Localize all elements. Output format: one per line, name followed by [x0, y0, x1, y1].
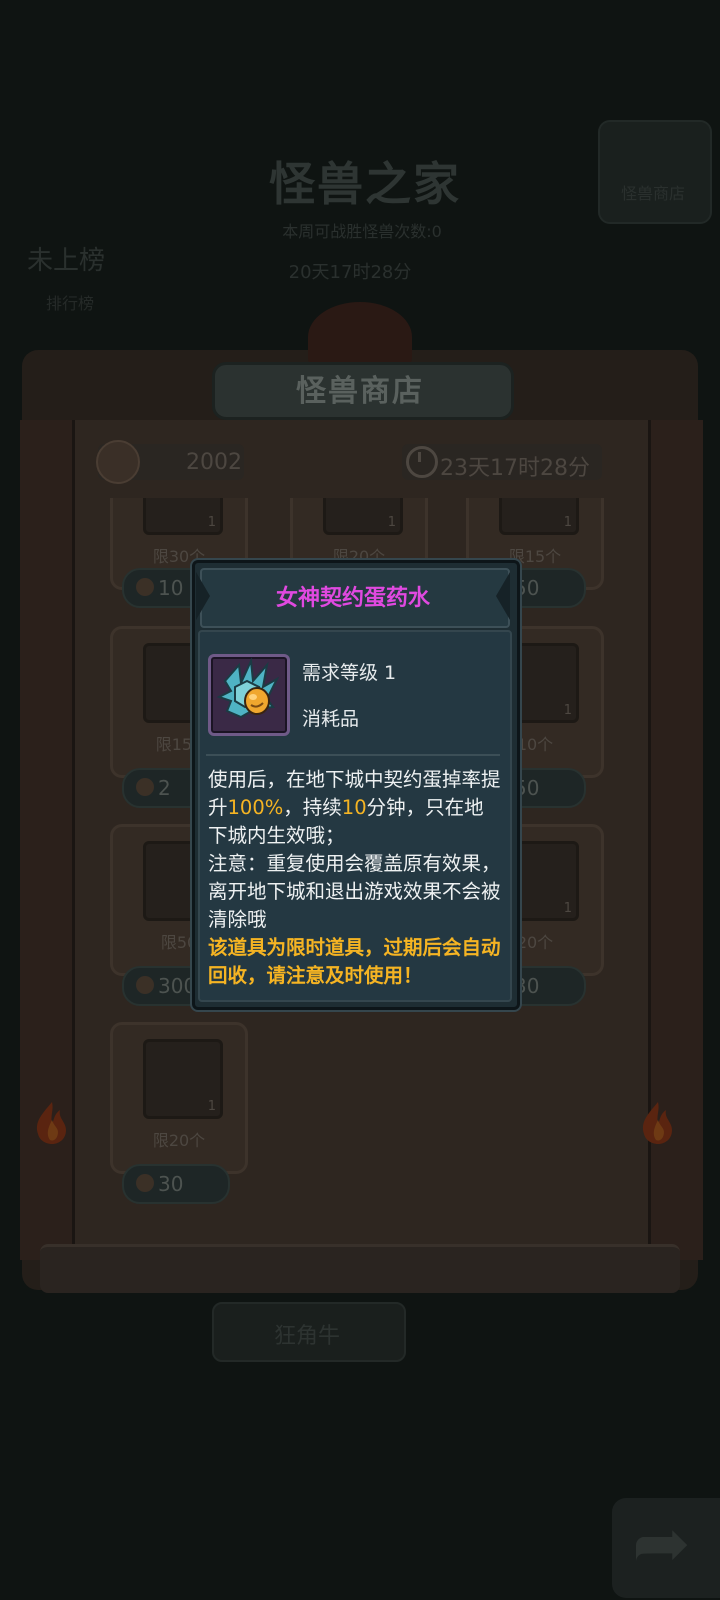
drop-rate-value: 100%: [227, 796, 284, 819]
clock-icon: [406, 446, 438, 478]
item-type: 消耗品: [302, 708, 360, 730]
coin-icon: [136, 778, 154, 796]
share-arrow-icon: ➦: [632, 1502, 691, 1584]
price-button[interactable]: 30: [122, 1164, 230, 1204]
price-value: 30: [158, 1172, 184, 1196]
monster-shop-button[interactable]: [598, 120, 712, 224]
event-title: 怪兽之家: [269, 157, 461, 211]
item-quantity: 1: [207, 1099, 216, 1114]
item-icon-frame: [208, 654, 290, 736]
item-description: 使用后，在地下城中契约蛋掉率提升100%，持续10分钟，只在地下城内生效哦； 注…: [208, 766, 502, 934]
desc-text: ，持续: [283, 796, 342, 819]
clock-hand: [418, 452, 421, 462]
price-value: 300: [158, 974, 197, 998]
item-icon: 1: [499, 498, 579, 535]
leaderboard-label[interactable]: 排行榜: [30, 290, 110, 314]
price-value: 10: [158, 576, 184, 600]
purchase-limit: 限20个: [152, 1131, 206, 1150]
required-level: 需求等级 1: [302, 662, 397, 684]
item-quantity: 1: [563, 515, 572, 530]
potion-egg-icon: [216, 657, 280, 719]
item-icon: 1: [143, 498, 223, 535]
duration-value: 10: [341, 796, 367, 819]
refresh-timer: 23天17时28分: [440, 456, 590, 481]
monster-coin-icon: [96, 440, 140, 484]
desc-note: 注意：重复使用会覆盖原有效果，离开地下城和退出游戏效果不会被清除哦: [208, 852, 501, 931]
monster-select-label: 狂角牛: [273, 1324, 340, 1349]
shop-title: 怪兽商店: [296, 374, 424, 409]
item-quantity: 1: [387, 515, 396, 530]
dust-icon: [136, 1174, 154, 1192]
coin-icon: [136, 578, 154, 596]
item-icon: 1: [323, 498, 403, 535]
expiry-warning: 该道具为限时道具，过期后会自动回收，请注意及时使用！: [208, 936, 501, 987]
item-quantity: 1: [563, 901, 572, 916]
event-timer: 20天17时28分: [288, 262, 412, 283]
gold-coin-icon: [136, 976, 154, 994]
shop-bottom-bar: [40, 1244, 680, 1293]
shop-item-card[interactable]: 1 限20个: [110, 1022, 248, 1174]
rank-status[interactable]: 未上榜: [16, 240, 116, 277]
torch-flame-icon: [642, 1102, 672, 1144]
torch-flame-icon: [36, 1102, 66, 1144]
currency-value: 2002: [186, 450, 242, 475]
item-name: 女神契约蛋药水: [275, 586, 430, 611]
price-value: 2: [158, 776, 171, 800]
weekly-defeat-count: 本周可战胜怪兽次数:0: [282, 222, 442, 241]
monster-shop-button-label: 怪兽商店: [620, 184, 685, 203]
item-quantity: 1: [563, 703, 572, 718]
item-quantity: 1: [207, 515, 216, 530]
item-icon: 1: [143, 1039, 223, 1119]
tooltip-divider: [206, 754, 500, 756]
